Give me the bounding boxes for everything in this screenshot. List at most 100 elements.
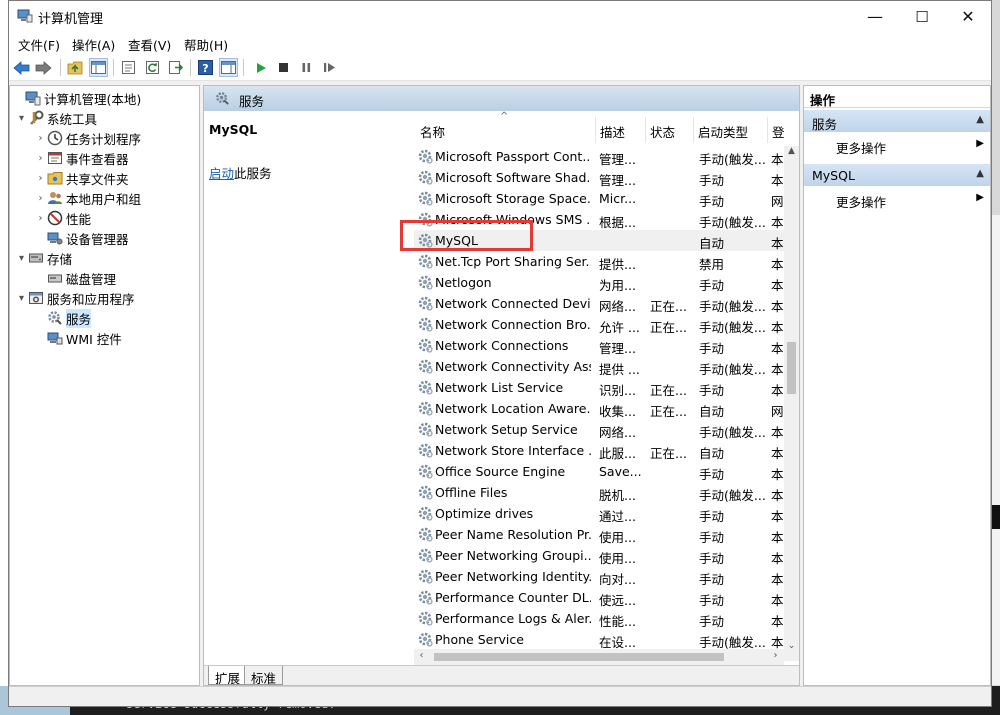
column-name[interactable]: 名称 [420, 122, 445, 141]
up-folder-icon[interactable] [66, 58, 85, 77]
table-row[interactable]: Network Connected Devi... 网络... 正在... 手动(触发… [414, 293, 784, 314]
maximize-button[interactable]: ☐ [899, 1, 945, 32]
actions-section-mysql[interactable]: MySQL ▲ [804, 164, 990, 186]
tree-item-storage[interactable]: ▾ 存储 [15, 248, 72, 268]
menu-file[interactable]: 文件(F) [18, 35, 60, 54]
forward-icon[interactable] [34, 58, 53, 77]
horizontal-scroll-thumb[interactable] [434, 653, 724, 661]
table-row[interactable]: Phone Service 在设... 手动(触发... 本 [414, 629, 784, 650]
table-row[interactable]: Network Connection Bro... 允许 ... 正在... 手动(触… [414, 314, 784, 335]
scroll-up-icon[interactable]: ▲ [784, 146, 799, 161]
table-row[interactable]: Microsoft Software Shad... 管理... 手动 本 [414, 167, 784, 188]
more-actions-mysql[interactable]: 更多操作 ▶ [804, 188, 990, 210]
horizontal-scrollbar[interactable]: ‹ › [414, 649, 784, 665]
column-divider[interactable] [693, 117, 694, 143]
tree-item-shared-folders[interactable]: › 共享文件夹 [34, 168, 129, 188]
back-icon[interactable] [12, 58, 31, 77]
export-list-icon[interactable] [166, 58, 185, 77]
table-row[interactable]: Optimize drives 通过... 手动 本 [414, 503, 784, 524]
restart-service-icon[interactable] [320, 58, 339, 77]
table-row[interactable]: Network Location Aware... 收集... 正在... 自动 网 [414, 398, 784, 419]
tab-extended[interactable]: 扩展 [208, 666, 248, 686]
menu-action[interactable]: 操作(A) [72, 35, 115, 54]
table-row[interactable]: Network List Service 识别... 正在... 手动 本 [414, 377, 784, 398]
column-description[interactable]: 描述 [600, 122, 625, 141]
service-name: Offline Files [435, 485, 508, 500]
service-log-on-as: 本 [771, 341, 784, 356]
stop-service-icon[interactable] [274, 58, 293, 77]
chevron-right-icon[interactable]: › [34, 153, 47, 164]
service-description: 提供 ... [599, 362, 640, 377]
table-row[interactable]: Network Store Interface ... 此服... 正在... 自动 本 [414, 440, 784, 461]
minimize-button[interactable]: — [852, 1, 898, 32]
close-button[interactable]: ✕ [945, 1, 991, 32]
tree-item-system-tools[interactable]: ▾ 系统工具 [15, 108, 97, 128]
chevron-right-icon[interactable]: › [34, 193, 47, 204]
tree-item-label: WMI 控件 [66, 331, 122, 347]
tree-item-services[interactable]: 服务 [34, 308, 92, 328]
tree-item-computer-management[interactable]: 计算机管理(本地) [12, 88, 141, 108]
tree-item-services-and-applications[interactable]: ▾ 服务和应用程序 [15, 288, 135, 308]
service-gear-icon [417, 547, 434, 564]
refresh-icon[interactable] [143, 58, 162, 77]
table-row[interactable]: Net.Tcp Port Sharing Ser... 提供... 禁用 本 [414, 251, 784, 272]
chevron-right-icon[interactable]: › [34, 173, 47, 184]
menu-view[interactable]: 查看(V) [128, 35, 171, 54]
title-bar[interactable]: 计算机管理 — ☐ ✕ [9, 1, 991, 32]
table-row[interactable]: Offline Files 脱机... 手动(触发... 本 [414, 482, 784, 503]
table-row[interactable]: Office Source Engine Save... 手动 本 [414, 461, 784, 482]
table-row[interactable]: Performance Counter DL... 使远... 手动 本 [414, 587, 784, 608]
vertical-scrollbar[interactable]: ▲ ⌄ [784, 146, 799, 661]
table-row[interactable]: Peer Networking Groupi... 使用... 手动 本 [414, 545, 784, 566]
column-startup-type[interactable]: 启动类型 [698, 122, 748, 141]
tree-item-disk-management[interactable]: 磁盘管理 [34, 268, 116, 288]
column-log-on-as[interactable]: 登 [772, 122, 785, 141]
actions-section-services[interactable]: 服务 ▲ [804, 110, 990, 132]
scroll-right-icon[interactable]: › [768, 650, 783, 664]
tree-item-wmi-control[interactable]: WMI 控件 [34, 328, 122, 348]
scroll-left-icon[interactable]: ‹ [414, 650, 429, 664]
chevron-right-icon[interactable]: › [34, 213, 47, 224]
table-row[interactable]: Performance Logs & Aler... 性能... 手动 本 [414, 608, 784, 629]
table-row[interactable]: Netlogon 为用... 手动 本 [414, 272, 784, 293]
start-service-icon[interactable] [251, 58, 270, 77]
tree-item-local-users[interactable]: › 本地用户和组 [34, 188, 142, 208]
column-status[interactable]: 状态 [650, 122, 675, 141]
show-hide-tree-icon[interactable] [89, 58, 108, 77]
tree-item-task-scheduler[interactable]: › 任务计划程序 [34, 128, 141, 148]
vertical-scroll-thumb[interactable] [787, 342, 796, 394]
scroll-down-icon[interactable]: ⌄ [784, 641, 799, 656]
properties-icon[interactable] [119, 58, 138, 77]
service-description: 识别... [599, 383, 636, 398]
show-hide-action-pane-icon[interactable] [219, 58, 238, 77]
tree-item-device-manager[interactable]: 设备管理器 [34, 228, 129, 248]
tree-item-event-viewer[interactable]: › 事件查看器 [34, 148, 129, 168]
table-row[interactable]: Network Connectivity Ass... 提供 ... 手动(触发..… [414, 356, 784, 377]
column-divider[interactable] [595, 117, 596, 143]
table-row[interactable]: Network Setup Service 网络... 手动(触发... 本 [414, 419, 784, 440]
chevron-down-icon[interactable]: ▾ [15, 253, 28, 264]
tree-item-performance[interactable]: › 性能 [34, 208, 91, 228]
table-row[interactable]: Microsoft Passport Cont... 管理... 手动(触发... 本 [414, 146, 784, 167]
service-gear-icon [417, 568, 434, 585]
tree-item-label: 存储 [47, 251, 73, 267]
chevron-down-icon[interactable]: ▾ [15, 293, 28, 304]
chevron-right-icon[interactable]: › [34, 133, 47, 144]
column-divider[interactable] [645, 117, 646, 143]
service-gear-icon [417, 295, 434, 312]
column-divider[interactable] [767, 117, 768, 143]
menu-help[interactable]: 帮助(H) [184, 35, 228, 54]
collapse-icon[interactable]: ▲ [976, 114, 984, 125]
more-actions-services[interactable]: 更多操作 ▶ [804, 134, 990, 156]
tab-standard[interactable]: 标准 [244, 666, 284, 686]
collapse-icon[interactable]: ▲ [976, 168, 984, 179]
table-row[interactable]: Peer Name Resolution Pr... 使用... 手动 本 [414, 524, 784, 545]
chevron-down-icon[interactable]: ▾ [15, 113, 28, 124]
table-row[interactable]: Network Connections 管理... 手动 本 [414, 335, 784, 356]
table-row[interactable]: Microsoft Storage Space... Micr... 手动 网 [414, 188, 784, 209]
pause-service-icon[interactable] [297, 58, 316, 77]
help-icon[interactable]: ? [196, 58, 215, 77]
service-log-on-as: 本 [771, 530, 784, 545]
start-service-link[interactable]: 启动 [209, 166, 234, 181]
table-row[interactable]: Peer Networking Identity... 向对... 手动 本 [414, 566, 784, 587]
